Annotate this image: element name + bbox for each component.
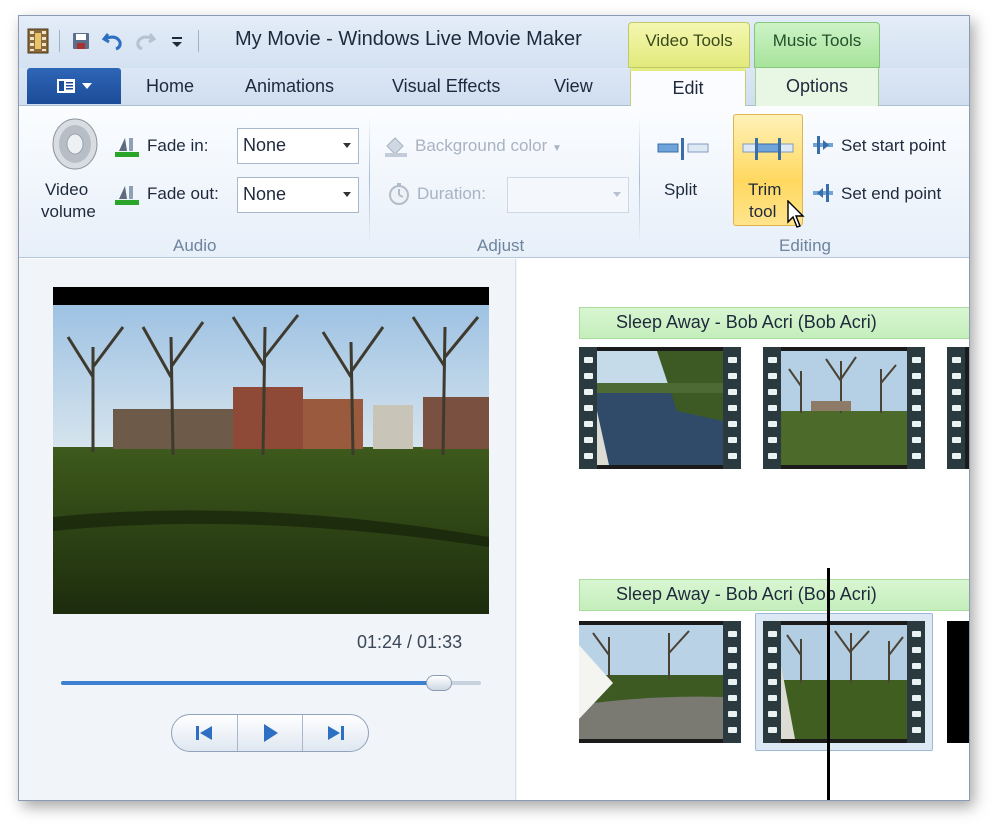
duration-dropdown[interactable] (507, 177, 629, 213)
trim-tool-label-line1: Trim (748, 180, 782, 199)
chevron-down-icon (82, 83, 92, 89)
next-frame-icon (327, 726, 344, 740)
storyboard-pane: Sleep Away - Bob Acri (Bob Acri) Sleep A… (517, 259, 969, 800)
save-icon[interactable] (70, 30, 92, 52)
fade-out-icon (115, 186, 139, 205)
chevron-down-icon (343, 143, 351, 148)
video-tools-context-label: Video Tools (628, 22, 750, 68)
clip-thumbnail-path (579, 625, 723, 739)
music-track-bar[interactable]: Sleep Away - Bob Acri (Bob Acri) (579, 579, 969, 611)
movie-maker-app-icon[interactable] (27, 28, 49, 54)
toolbar-divider (59, 30, 60, 52)
tab-visual-effects[interactable]: Visual Effects (392, 76, 500, 97)
fade-in-icon (115, 138, 139, 157)
storyboard-clip[interactable] (947, 621, 969, 743)
adjust-group-label: Adjust (477, 236, 525, 255)
chevron-down-icon (613, 192, 621, 197)
title-bar: My Movie - Windows Live Movie Maker Vide… (19, 16, 969, 68)
customize-toolbar-icon[interactable] (166, 30, 188, 52)
quick-access-toolbar (27, 26, 199, 56)
preview-pane: 01:24 / 01:33 (19, 259, 516, 800)
storyboard-clip[interactable] (763, 347, 925, 469)
seek-thumb[interactable] (426, 675, 452, 691)
toolbar-divider (198, 30, 199, 52)
video-preview[interactable] (53, 287, 489, 614)
tab-options[interactable]: Options (755, 68, 879, 106)
split-label[interactable]: Split (664, 180, 697, 200)
seek-bar[interactable] (61, 675, 481, 691)
music-track-bar[interactable]: Sleep Away - Bob Acri (Bob Acri) (579, 307, 969, 339)
window-title: My Movie - Windows Live Movie Maker (235, 28, 582, 50)
background-color-label: Background color (415, 136, 548, 155)
duration-icon (389, 183, 409, 205)
storyboard-clip[interactable] (579, 347, 741, 469)
set-end-point-button[interactable]: Set end point (841, 184, 941, 204)
background-color-button[interactable]: Background color ▼ (415, 136, 562, 156)
tab-home[interactable]: Home (146, 76, 194, 97)
storyboard-clip[interactable] (579, 621, 741, 743)
fade-out-dropdown[interactable]: None (237, 177, 359, 213)
tab-edit[interactable]: Edit (630, 68, 746, 107)
seek-progress (61, 681, 439, 685)
video-frame-image (53, 287, 489, 614)
split-icon[interactable] (656, 138, 710, 160)
trim-icon (742, 138, 794, 160)
next-frame-button[interactable] (303, 715, 368, 751)
group-divider (639, 116, 640, 244)
previous-frame-button[interactable] (172, 715, 238, 751)
set-start-point-button[interactable]: Set start point (841, 136, 946, 156)
undo-icon[interactable] (102, 30, 124, 52)
fade-in-dropdown[interactable]: None (237, 128, 359, 164)
trim-tool-label-line2: tool (749, 202, 777, 221)
playhead-indicator[interactable] (827, 568, 830, 800)
clip-thumbnail-trees (781, 625, 907, 739)
chevron-down-icon (343, 192, 351, 197)
play-button[interactable] (238, 715, 304, 751)
audio-group-label: Audio (173, 236, 217, 255)
mouse-cursor-icon (787, 200, 805, 228)
clip-thumbnail-lake (597, 351, 723, 465)
application-menu-icon (57, 79, 75, 93)
play-icon (264, 724, 278, 742)
editing-group-label: Editing (779, 236, 831, 255)
playback-controls (171, 714, 369, 752)
tab-animations[interactable]: Animations (245, 76, 334, 97)
fade-in-label: Fade in: (147, 136, 209, 155)
tab-view[interactable]: View (554, 76, 593, 97)
redo-icon[interactable] (134, 30, 156, 52)
application-menu-button[interactable] (27, 68, 121, 104)
clip-thumbnail-park (781, 351, 907, 465)
set-end-point-icon (813, 184, 833, 202)
music-tools-context-label: Music Tools (754, 22, 880, 68)
fade-in-value: None (243, 135, 287, 155)
group-divider (369, 116, 370, 244)
video-volume-label-line1: Video (45, 180, 89, 199)
fade-out-value: None (243, 184, 287, 204)
chevron-down-icon: ▼ (552, 143, 562, 154)
duration-label: Duration: (417, 184, 486, 203)
storyboard-clip[interactable] (947, 347, 969, 469)
storyboard-clip-selected[interactable] (763, 621, 925, 743)
video-volume-label-line2: volume (41, 202, 96, 221)
movie-maker-window: My Movie - Windows Live Movie Maker Vide… (18, 15, 970, 801)
set-start-point-icon (813, 136, 833, 154)
previous-frame-icon (196, 726, 213, 740)
timecode-readout: 01:24 / 01:33 (357, 632, 463, 652)
fade-out-label: Fade out: (147, 184, 219, 203)
speaker-icon[interactable] (45, 116, 101, 172)
background-color-icon (385, 137, 407, 157)
